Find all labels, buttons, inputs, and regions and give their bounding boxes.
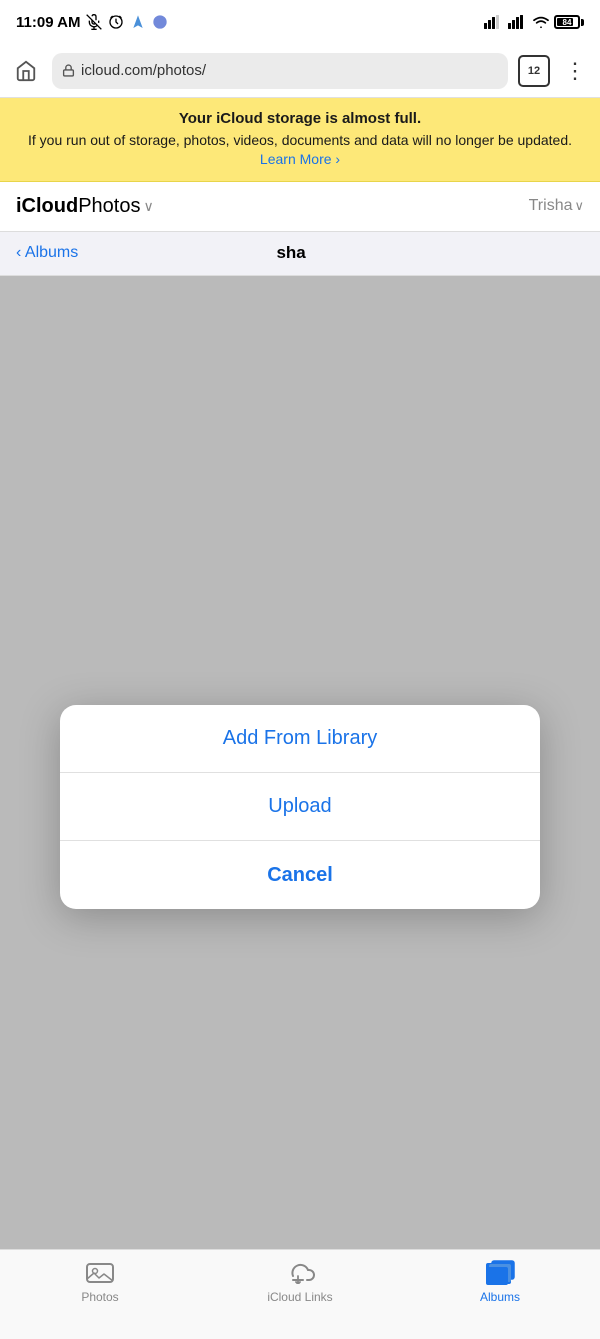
status-time: 11:09 AM (16, 14, 80, 31)
url-text: icloud.com/photos/ (81, 62, 206, 79)
signal-icon (484, 15, 504, 29)
lock-icon (62, 63, 75, 78)
mute-icon (86, 14, 102, 30)
albums-nav: ‹ Albums sha (0, 232, 600, 276)
status-left: 11:09 AM (16, 14, 168, 31)
album-title: sha (78, 243, 504, 263)
user-dropdown-icon: ∨ (574, 198, 584, 214)
tab-count: 12 (528, 65, 540, 77)
add-from-library-button[interactable]: Add From Library (60, 705, 540, 773)
action-sheet: Add From Library Upload Cancel (60, 705, 540, 909)
icloud-header: iCloud Photos ∨ Trisha ∨ (0, 182, 600, 232)
section-name: Photos (78, 195, 140, 218)
home-button[interactable] (10, 55, 42, 87)
overlay: Add From Library Upload Cancel (0, 276, 600, 1339)
browser-bar: icloud.com/photos/ 12 ⋮ (0, 44, 600, 98)
albums-tab-label: Albums (480, 1290, 520, 1304)
signal2-icon (508, 15, 528, 29)
wifi-icon (532, 15, 550, 29)
battery-icon: 84 (554, 15, 584, 29)
albums-back-button[interactable]: ‹ Albums (16, 244, 78, 262)
status-icons: 84 (484, 15, 584, 29)
cancel-button[interactable]: Cancel (60, 841, 540, 909)
battery-level: 84 (556, 18, 578, 27)
alarm-icon (108, 14, 124, 30)
tab-count-button[interactable]: 12 (518, 55, 550, 87)
tab-photos[interactable]: Photos (0, 1260, 200, 1304)
tab-bar: Photos iCloud Links (0, 1249, 600, 1339)
app-title: iCloud Photos ∨ (16, 195, 154, 218)
section-dropdown-icon[interactable]: ∨ (143, 198, 153, 215)
location-icon (130, 14, 146, 30)
tab-albums[interactable]: Albums (400, 1260, 600, 1304)
storage-banner-title: Your iCloud storage is almost full. (20, 110, 580, 127)
storage-banner-body: If you run out of storage, photos, video… (20, 131, 580, 151)
back-label: ‹ Albums (16, 244, 78, 262)
url-bar[interactable]: icloud.com/photos/ (52, 53, 508, 89)
photos-tab-icon (85, 1260, 115, 1286)
icloud-links-tab-label: iCloud Links (267, 1290, 332, 1304)
user-button[interactable]: Trisha ∨ (529, 197, 584, 215)
storage-banner: Your iCloud storage is almost full. If y… (0, 98, 600, 182)
photos-tab-label: Photos (81, 1290, 118, 1304)
icloud-links-tab-icon (285, 1260, 315, 1286)
app-name: iCloud (16, 195, 78, 218)
status-bar: 11:09 AM (0, 0, 600, 44)
user-name: Trisha (529, 197, 573, 215)
discord-icon (152, 14, 168, 30)
upload-button[interactable]: Upload (60, 773, 540, 841)
albums-tab-icon (485, 1260, 515, 1286)
tab-icloud-links[interactable]: iCloud Links (200, 1260, 400, 1304)
content-area: Add From Library Upload Cancel (0, 276, 600, 1339)
more-button[interactable]: ⋮ (560, 58, 590, 84)
learn-more-link[interactable]: Learn More › (260, 151, 340, 167)
